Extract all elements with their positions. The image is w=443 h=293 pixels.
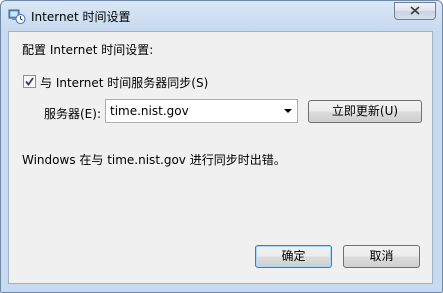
- window-title: Internet 时间设置: [31, 10, 131, 24]
- configure-label: 配置 Internet 时间设置:: [22, 43, 154, 57]
- server-combobox[interactable]: time.nist.gov: [105, 99, 298, 123]
- clock-network-icon: [8, 7, 26, 25]
- server-value: time.nist.gov: [110, 104, 189, 118]
- dropdown-arrow-icon[interactable]: [284, 109, 292, 113]
- close-icon: [410, 4, 420, 18]
- close-button[interactable]: [394, 2, 436, 20]
- cancel-button[interactable]: 取消: [343, 245, 420, 268]
- sync-checkbox[interactable]: [23, 75, 36, 88]
- status-message: Windows 在与 time.nist.gov 进行同步时出错。: [22, 153, 286, 167]
- sync-checkbox-label[interactable]: 与 Internet 时间服务器同步(S): [40, 74, 208, 91]
- title-bar[interactable]: Internet 时间设置: [1, 1, 442, 31]
- ok-button[interactable]: 确定: [255, 245, 332, 268]
- dialog-window: Internet 时间设置 配置 Internet 时间设置: 与 Intern…: [0, 0, 443, 293]
- server-label: 服务器(E):: [44, 107, 101, 121]
- dialog-content: 配置 Internet 时间设置: 与 Internet 时间服务器同步(S) …: [8, 31, 433, 284]
- update-now-button[interactable]: 立即更新(U): [308, 100, 422, 123]
